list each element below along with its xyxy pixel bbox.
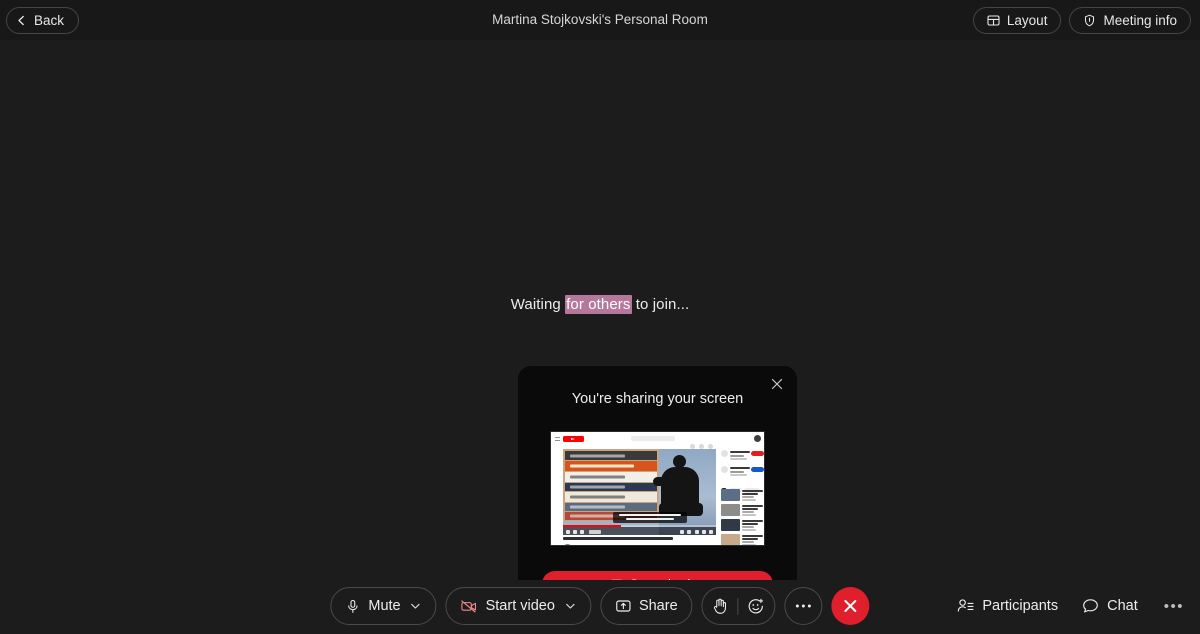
reactions-group [701,587,776,625]
recommended-video [721,519,764,532]
promo-card [721,465,764,477]
chat-label: Chat [1107,598,1138,614]
meeting-info-button[interactable]: Meeting info [1069,7,1191,34]
share-button[interactable]: Share [599,587,693,625]
waiting-suffix: to join... [631,296,690,313]
chevron-left-icon [16,15,27,26]
more-dots-icon [795,603,813,609]
book-spine [565,461,657,471]
waiting-message: Waiting for others to join... [0,295,1200,314]
chat-button[interactable]: Chat [1080,587,1140,625]
share-screen-icon [615,598,631,614]
waiting-selected-text: for others [565,295,632,314]
video-player [563,449,716,535]
book-spine [565,492,657,502]
meeting-stage: Waiting for others to join... You're sha… [0,40,1200,627]
raise-hand-icon[interactable] [713,598,729,615]
video-actions [638,544,716,545]
filter-chips [721,480,764,493]
waiting-prefix: Waiting [510,296,566,313]
subscribe-button [613,544,637,545]
layout-label: Layout [1006,13,1048,28]
bookshelf [563,449,659,521]
shared-screen-preview [550,431,765,546]
channel-avatar [563,544,572,545]
channel-row [563,543,716,546]
recommended-video [721,534,764,545]
toolbar-overflow-button[interactable]: ••• [1160,587,1188,625]
camera-off-icon [461,599,478,614]
recommended-video [721,504,764,517]
start-video-button[interactable]: Start video [445,587,591,625]
grid-layout-icon [987,14,1000,27]
header-actions: Layout Meeting info [972,7,1191,34]
back-label: Back [34,13,65,28]
book-spine [565,503,657,511]
close-icon [842,597,860,615]
reaction-smiley-icon[interactable] [748,598,765,615]
zoom-meeting-window: Back Martina Stojkovski's Personal Room … [0,0,1200,634]
layout-button[interactable]: Layout [972,7,1062,34]
back-button[interactable]: Back [6,7,80,34]
hamburger-menu-icon [555,436,560,441]
video-controls [563,527,716,535]
youtube-header [551,432,764,449]
chat-bubble-icon [1082,598,1099,614]
screen-sharing-popup: You're sharing your screen [518,366,797,616]
channel-name [575,545,609,546]
toolbar-right-controls: Participants Chat ••• [955,587,1188,625]
book-spine [565,451,657,460]
more-options-button[interactable] [784,587,823,625]
meeting-info-label: Meeting info [1103,13,1177,28]
youtube-sidebar [721,449,764,545]
start-video-label: Start video [485,598,555,614]
person-silhouette [653,455,705,517]
participants-label: Participants [982,598,1059,614]
video-title [563,537,673,540]
chevron-down-icon[interactable] [564,600,576,612]
meeting-toolbar: Mute Start video Share Participants Chat… [0,580,1200,634]
video-caption [613,512,687,523]
toolbar-center-controls: Mute Start video Share [330,587,870,625]
shield-icon [1083,14,1096,27]
participants-icon [957,598,974,614]
participants-button[interactable]: Participants [955,587,1060,625]
toolbar-divider [737,597,739,615]
microphone-icon [345,599,360,614]
mute-label: Mute [368,598,401,614]
meeting-header: Back Martina Stojkovski's Personal Room … [0,0,1200,40]
youtube-logo-icon [563,436,584,442]
mute-button[interactable]: Mute [330,587,437,625]
share-label: Share [638,598,678,614]
recommended-video [721,489,764,502]
youtube-header-icons [690,436,734,449]
leave-meeting-button[interactable] [831,587,870,625]
youtube-avatar [754,435,761,442]
book-spine [565,483,657,491]
book-spine [565,472,657,482]
youtube-search-input [631,436,675,441]
popup-title: You're sharing your screen [571,391,744,407]
promo-card [721,449,764,463]
chevron-down-icon[interactable] [410,600,422,612]
